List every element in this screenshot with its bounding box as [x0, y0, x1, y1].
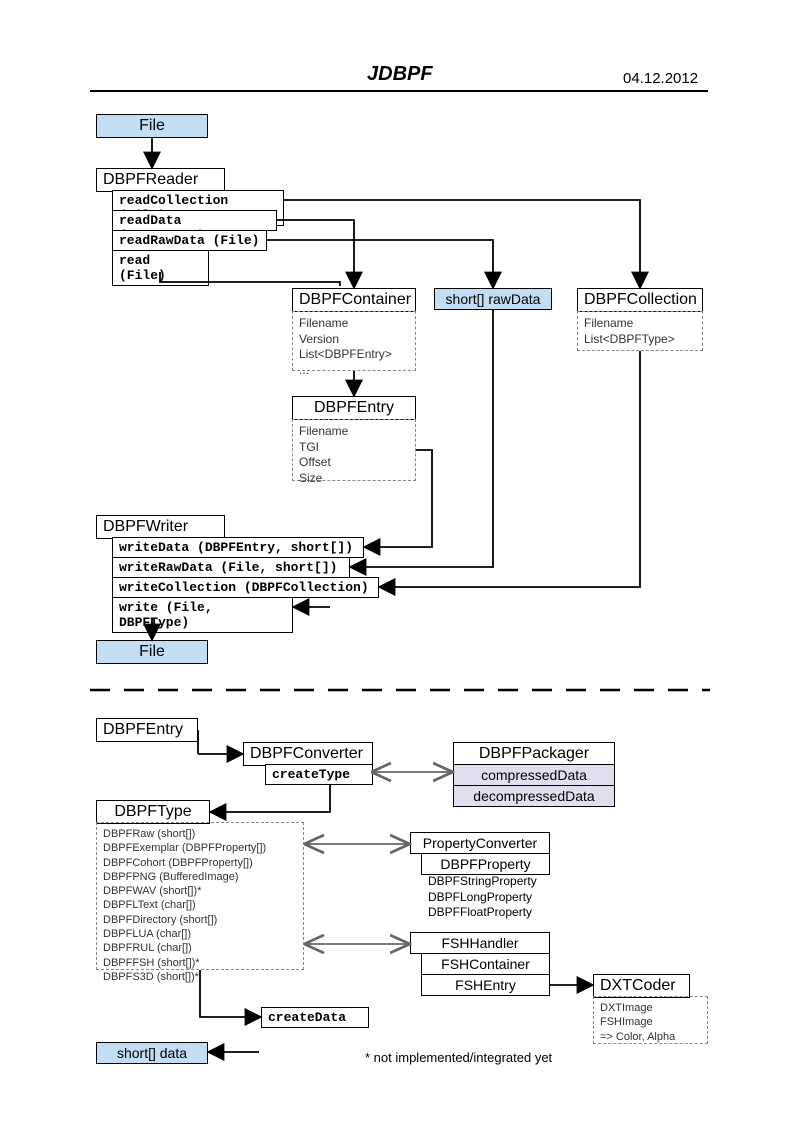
dxtcoder-fields: DXTImage FSHImage => Color, Alpha: [593, 996, 708, 1044]
dbpfconverter-head: DBPFConverter: [243, 742, 373, 766]
propertyconverter: PropertyConverter: [410, 832, 550, 854]
footnote: * not implemented/integrated yet: [365, 1050, 552, 1065]
write-method: write (File, DBPFType): [112, 597, 293, 633]
page-title: JDBPF: [367, 63, 433, 86]
dbpfreader-head: DBPFReader: [96, 168, 225, 192]
fshentry: FSHEntry: [421, 974, 550, 996]
createtype-method: createType: [265, 764, 373, 785]
dbpfcontainer-head: DBPFContainer: [292, 288, 416, 312]
readrawdata-method: readRawData (File): [112, 230, 267, 251]
fshhandler: FSHHandler: [410, 932, 550, 954]
rawdata-box: short[] rawData: [434, 288, 552, 310]
dbpftype-list: DBPFRaw (short[]) DBPFExemplar (DBPFProp…: [96, 822, 304, 970]
file-bottom: File: [96, 640, 208, 664]
shortdata-box: short[] data: [96, 1042, 208, 1064]
file-top: File: [96, 114, 208, 138]
dbpfcontainer-fields: Filename Version List<DBPFEntry> ...: [292, 311, 416, 371]
writecollection-method: writeCollection (DBPFCollection): [112, 577, 379, 598]
createdata-method: createData: [261, 1007, 369, 1028]
dbpftype-head: DBPFType: [96, 800, 210, 824]
readdata-method: readData (DBPFEntry): [112, 210, 277, 231]
dbpfentry2-head: DBPFEntry: [96, 718, 198, 742]
dbpfentry-fields: Filename TGI Offset Size: [292, 419, 416, 481]
dbpfproperty-sub: DBPFStringProperty DBPFLongProperty DBPF…: [428, 874, 537, 921]
dbpfcollection-head: DBPFCollection: [577, 288, 703, 312]
read-method: read (File): [112, 250, 209, 286]
dbpfwriter-head: DBPFWriter: [96, 515, 225, 539]
decompresseddata: decompressedData: [453, 785, 615, 807]
dbpfcollection-fields: Filename List<DBPFType>: [577, 311, 703, 351]
page-date: 04.12.2012: [623, 70, 698, 87]
compresseddata: compressedData: [453, 764, 615, 786]
writedata-method: writeData (DBPFEntry, short[]): [112, 537, 364, 558]
dbpfpackager-head: DBPFPackager: [453, 742, 615, 766]
dbpfentry-head: DBPFEntry: [292, 396, 416, 420]
header-rule: [90, 90, 708, 92]
dbpfproperty: DBPFProperty: [421, 853, 550, 875]
fshcontainer: FSHContainer: [421, 953, 550, 975]
writerawdata-method: writeRawData (File, short[]): [112, 557, 350, 578]
dxtcoder-head: DXTCoder: [593, 974, 690, 998]
